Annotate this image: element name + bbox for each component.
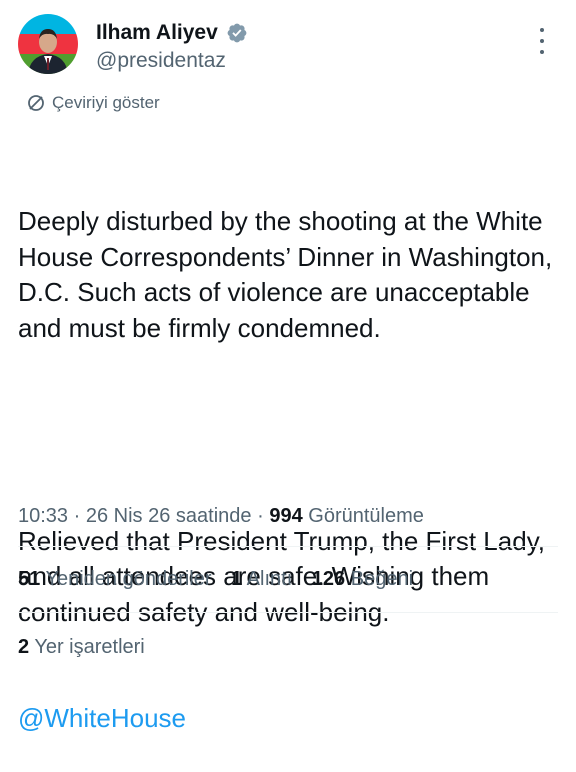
views-label: Görüntüleme (308, 505, 424, 527)
verified-badge-icon (226, 22, 248, 44)
bookmarks-count: 2 (18, 636, 30, 658)
likes-count: 126 (311, 568, 346, 590)
translate-label: Çeviriyi göster (52, 93, 160, 112)
more-options-icon[interactable] (532, 28, 552, 54)
likes-stat[interactable]: 126 Beğeni (312, 565, 413, 593)
tweet-paragraph-1: Deeply disturbed by the shooting at the … (18, 206, 560, 343)
divider (18, 612, 558, 613)
tweet-stats: 51 Yeniden gönderiler 1 Alıntı 126 Beğen… (18, 565, 427, 593)
bookmarks-stat[interactable]: 2 Yer işaretleri (18, 633, 145, 661)
likes-label: Beğeni (350, 568, 414, 590)
translate-icon (26, 93, 46, 113)
meta-separator: · (73, 505, 81, 527)
retweets-count: 51 (18, 568, 41, 590)
views-count: 994 (269, 505, 303, 527)
meta-separator: · (257, 505, 264, 527)
quotes-stat[interactable]: 1 Alıntı (231, 565, 292, 593)
divider (18, 546, 558, 547)
handle[interactable]: @presidentaz (96, 47, 248, 75)
avatar-image (18, 14, 78, 74)
avatar[interactable] (18, 14, 78, 74)
quotes-count: 1 (231, 568, 243, 590)
quotes-label: Alıntı (246, 568, 293, 590)
tweet-meta: 10:33 · 26 Nis 26 saatinde · 994 Görüntü… (18, 502, 424, 530)
mention-link[interactable]: @WhiteHouse (18, 701, 558, 737)
retweets-stat[interactable]: 51 Yeniden gönderiler (18, 565, 212, 593)
display-name[interactable]: Ilham Aliyev (96, 20, 218, 46)
tweet-text: Deeply disturbed by the shooting at the … (18, 133, 558, 772)
retweets-label: Yeniden gönderiler (45, 568, 212, 590)
bookmarks-label: Yer işaretleri (34, 636, 145, 658)
tweet-date[interactable]: 26 Nis 26 saatinde (86, 505, 252, 527)
author-names: Ilham Aliyev @presidentaz (96, 20, 248, 75)
tweet-time[interactable]: 10:33 (18, 505, 68, 527)
translate-link[interactable]: Çeviriyi göster (26, 91, 160, 115)
tweet-header: Ilham Aliyev @presidentaz (18, 14, 558, 84)
